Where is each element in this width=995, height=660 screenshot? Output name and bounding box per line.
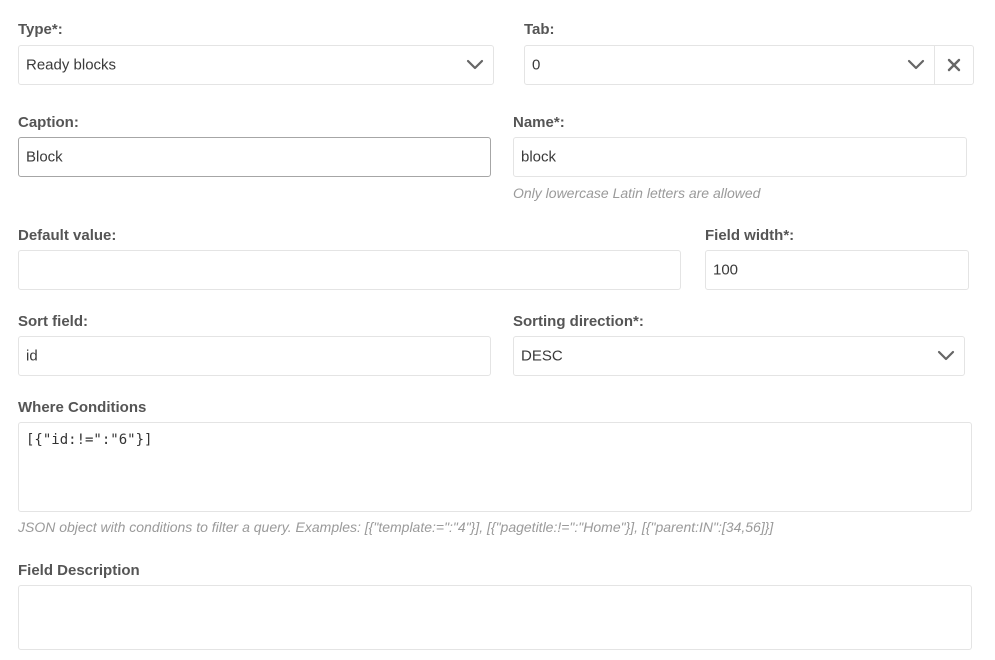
tab-label: Tab: [524, 21, 555, 38]
sorting-direction-label: Sorting direction*: [513, 313, 644, 330]
sort-field-label: Sort field: [18, 313, 88, 330]
caption-input-value: Block [26, 148, 63, 166]
type-select-value: Ready blocks [26, 56, 117, 74]
caption-input[interactable]: Block [18, 137, 491, 177]
chevron-down-icon[interactable] [937, 350, 955, 362]
sort-field-input-value: id [26, 347, 38, 365]
field-width-label: Field width*: [705, 227, 795, 244]
sorting-direction-select[interactable]: DESC [513, 336, 965, 376]
name-input-value: block [521, 148, 557, 166]
field-width-input[interactable]: 100 [705, 250, 969, 290]
where-conditions-textarea[interactable]: [{"id:!=":"6"}] [18, 422, 972, 512]
chevron-down-icon[interactable] [907, 59, 925, 71]
select-divider [934, 46, 935, 84]
tab-select-value: 0 [532, 56, 541, 74]
sorting-direction-select-value: DESC [521, 347, 563, 365]
caption-label: Caption: [18, 114, 79, 131]
name-hint: Only lowercase Latin letters are allowed [513, 185, 761, 201]
tab-select[interactable]: 0 [524, 45, 974, 85]
type-label: Type*: [18, 21, 63, 38]
sort-field-input[interactable]: id [18, 336, 491, 376]
where-conditions-label: Where Conditions [18, 399, 147, 416]
where-conditions-value: [{"id:!=":"6"}] [26, 432, 153, 448]
where-conditions-hint: JSON object with conditions to filter a … [18, 519, 774, 535]
name-input[interactable]: block [513, 137, 967, 177]
default-value-label: Default value: [18, 227, 117, 244]
field-description-textarea[interactable] [18, 585, 972, 650]
close-icon[interactable] [947, 58, 961, 72]
type-select[interactable]: Ready blocks [18, 45, 494, 85]
field-width-input-value: 100 [713, 261, 739, 279]
field-description-label: Field Description [18, 562, 140, 579]
default-value-input[interactable] [18, 250, 681, 290]
chevron-down-icon[interactable] [466, 59, 484, 71]
name-label: Name*: [513, 114, 565, 131]
